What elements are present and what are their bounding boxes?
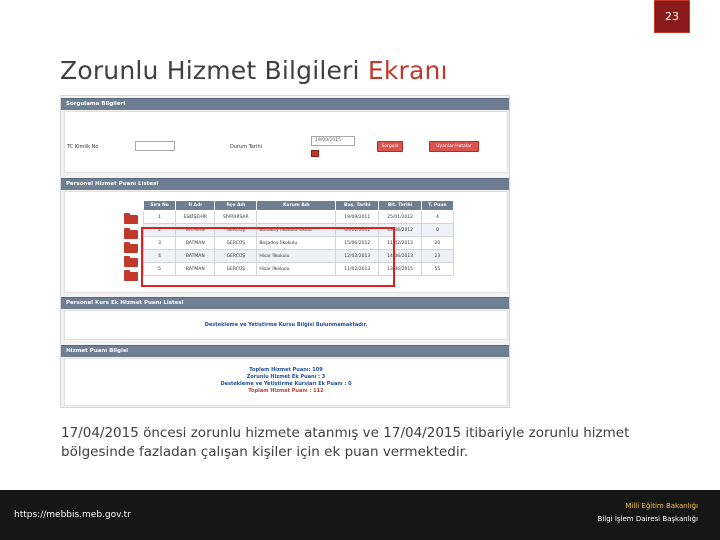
summary-line-4: Toplam Hizmet Puanı : 112 bbox=[248, 388, 324, 394]
page-title: Zorunlu Hizmet Bilgileri Ekranı bbox=[60, 56, 448, 85]
col-district: İlçe Adı bbox=[214, 200, 258, 211]
page-number-badge: 23 bbox=[654, 0, 690, 33]
query-section-header: Sorgulama Bilgileri bbox=[61, 98, 509, 110]
summary-line-1: Toplam Hizmet Puanı: 109 bbox=[249, 367, 323, 373]
cell-end-date: 25/01/2012 bbox=[378, 210, 422, 224]
date-input[interactable]: 19/09/2015 bbox=[311, 136, 355, 146]
folder-icon[interactable] bbox=[124, 242, 138, 253]
folder-icon[interactable] bbox=[124, 213, 138, 224]
highlight-annotation bbox=[141, 227, 395, 287]
folder-icon[interactable] bbox=[124, 256, 138, 267]
warnings-button[interactable]: Uyarılar-Hatalar bbox=[429, 141, 479, 152]
course-message: Destekleme ve Yetiştirme Kursu Bilgisi B… bbox=[204, 322, 368, 328]
points-section-header: Personel Hizmet Puanı Listesi bbox=[61, 178, 509, 190]
query-panel: TC Kimlik No Durum Tarihi 19/09/2015 Sor… bbox=[64, 111, 508, 173]
summary-panel: Toplam Hizmet Puanı: 109 Zorunlu Hizmet … bbox=[64, 358, 508, 406]
col-points: T. Puan bbox=[420, 200, 455, 211]
summary-line-3: Destekleme ve Yetiştirme Kursları Ek Pua… bbox=[220, 381, 352, 387]
table-row[interactable]: 1 ESKİŞEHİR SİVRİHİSAR 19/09/2011 25/01/… bbox=[142, 210, 455, 224]
summary-line-2: Zorunlu Hizmet Ek Puanı : 3 bbox=[246, 374, 326, 380]
description-text: 17/04/2015 öncesi zorunlu hizmete atanmı… bbox=[61, 425, 630, 460]
calendar-icon[interactable] bbox=[311, 150, 319, 157]
cell-points: 23 bbox=[420, 249, 455, 263]
footer: https://mebbis.meb.gov.tr Milli Eğitim B… bbox=[0, 490, 720, 540]
tc-input[interactable] bbox=[135, 141, 175, 151]
cell-district: SİVRİHİSAR bbox=[214, 210, 258, 224]
cell-points: 20 bbox=[420, 236, 455, 250]
col-order: Sıra No bbox=[142, 200, 177, 211]
cell-institution bbox=[256, 210, 337, 224]
footer-ministry: Milli Eğitim Bakanlığı bbox=[625, 502, 698, 510]
col-institution: Kurum Adı bbox=[256, 200, 337, 211]
cell-province: ESKİŞEHİR bbox=[175, 210, 216, 224]
cell-points: 55 bbox=[420, 262, 455, 276]
folder-icon[interactable] bbox=[124, 228, 138, 239]
course-panel: Destekleme ve Yetiştirme Kursu Bilgisi B… bbox=[64, 310, 508, 340]
col-end-date: Bit. Tarihi bbox=[378, 200, 422, 211]
slide: 23 Zorunlu Hizmet Bilgileri Ekranı Sorgu… bbox=[0, 0, 720, 540]
footer-url[interactable]: https://mebbis.meb.gov.tr bbox=[14, 510, 131, 520]
footer-department: Bilgi İşlem Dairesi Başkanlığı bbox=[597, 515, 698, 523]
cell-points: 4 bbox=[420, 210, 455, 224]
course-section-header: Personel Kurs Ek Hizmet Puanı Listesi bbox=[61, 297, 509, 309]
col-start-date: Baş. Tarihi bbox=[335, 200, 380, 211]
col-province: İl Adı bbox=[175, 200, 216, 211]
points-table-header: Sıra No İl Adı İlçe Adı Kurum Adı Baş. T… bbox=[142, 200, 455, 211]
cell-points: 0 bbox=[420, 223, 455, 237]
cell-start-date: 19/09/2011 bbox=[335, 210, 380, 224]
title-text: Zorunlu Hizmet Bilgileri bbox=[60, 56, 368, 85]
cell-order: 1 bbox=[142, 210, 177, 224]
tc-label: TC Kimlik No bbox=[67, 144, 99, 150]
title-highlight: Ekranı bbox=[367, 56, 448, 85]
page-number: 23 bbox=[665, 10, 679, 23]
query-button[interactable]: Sorgula bbox=[377, 141, 403, 152]
date-label: Durum Tarihi bbox=[230, 144, 262, 150]
folder-icon[interactable] bbox=[124, 270, 138, 281]
summary-section-header: Hizmet Puanı Bilgisi bbox=[61, 345, 509, 357]
